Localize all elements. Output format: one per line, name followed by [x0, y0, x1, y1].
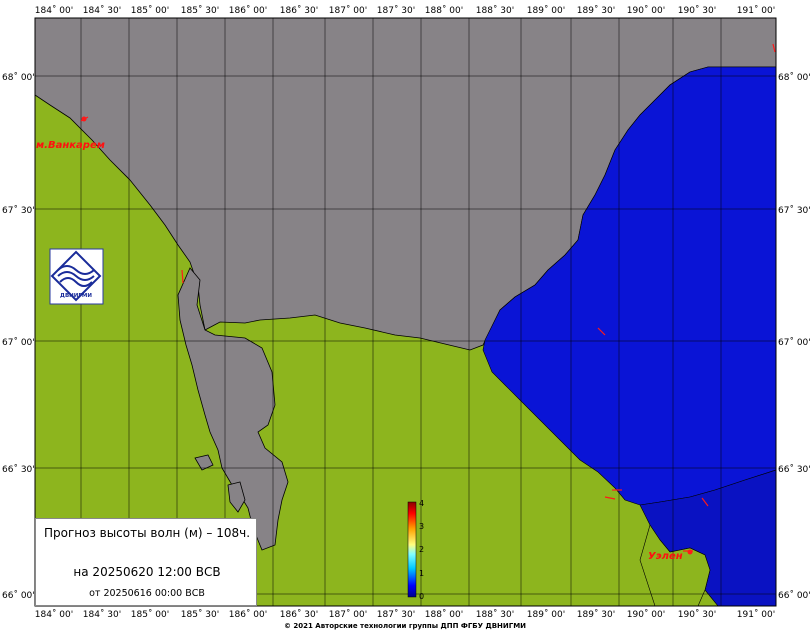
lon-label: 188˚ 00' [425, 609, 463, 620]
lat-labels-right: 68˚ 00' 67˚ 30' 67˚ 00' 66˚ 30' 66˚ 00' [778, 72, 810, 601]
copyright-footer: © 2021 Авторские технологии группы ДПП Ф… [283, 622, 527, 630]
lon-labels-bottom: 184˚ 00' 184˚ 30' 185˚ 00' 185˚ 30' 186˚… [35, 609, 775, 620]
colorbar-ramp [407, 501, 417, 598]
lon-label: 188˚ 30' [476, 5, 514, 16]
lon-label: 186˚ 30' [280, 609, 318, 620]
logo-text: ДВНИГМИ [60, 293, 92, 299]
lon-label: 187˚ 00' [329, 5, 367, 16]
lon-label: 189˚ 00' [527, 5, 565, 16]
lon-label: 189˚ 30' [577, 5, 615, 16]
lon-label: 185˚ 00' [131, 609, 169, 620]
lon-label: 184˚ 30' [83, 5, 121, 16]
place-vankarem: м.Ванкарем [36, 140, 105, 151]
lon-label: 189˚ 30' [577, 609, 615, 620]
lat-label: 67˚ 00' [778, 337, 810, 348]
uelen-marker [687, 549, 693, 555]
lon-label: 185˚ 30' [181, 609, 219, 620]
lat-label: 66˚ 30' [778, 464, 810, 475]
forecast-info-box: Прогноз высоты волн (м) – 108ч. на 20250… [35, 518, 257, 606]
lat-labels-left: 68˚ 00' 67˚ 30' 67˚ 00' 66˚ 30' 66˚ 00' [2, 72, 35, 601]
lat-label: 66˚ 30' [2, 464, 35, 475]
forecast-issued-time: от 20250616 00:00 ВСВ [89, 588, 205, 599]
lon-label: 190˚ 30' [678, 5, 716, 16]
lat-label: 68˚ 00' [778, 72, 810, 83]
lon-label: 187˚ 30' [377, 5, 415, 16]
lon-label: 187˚ 30' [377, 609, 415, 620]
lon-label: 186˚ 00' [229, 5, 267, 16]
lon-label: 191˚ 00' [737, 609, 775, 620]
lon-label: 187˚ 00' [329, 609, 367, 620]
vankarem-marker [81, 116, 87, 122]
lon-label: 186˚ 00' [229, 609, 267, 620]
colorbar-tick: 0 [419, 592, 424, 601]
lon-label: 189˚ 00' [527, 609, 565, 620]
lat-label: 67˚ 30' [778, 205, 810, 216]
colorbar-tick: 2 [419, 545, 424, 554]
lon-label: 190˚ 00' [627, 5, 665, 16]
lon-label: 186˚ 30' [280, 5, 318, 16]
dvnigmi-logo: ДВНИГМИ [49, 248, 104, 305]
lat-label: 67˚ 30' [2, 205, 35, 216]
lon-labels-top: 184˚ 00' 184˚ 30' 185˚ 00' 185˚ 30' 186˚… [35, 5, 775, 16]
lon-label: 184˚ 00' [35, 609, 73, 620]
lat-label: 66˚ 00' [778, 590, 810, 601]
place-uelen: Уэлен [648, 551, 683, 562]
lon-label: 185˚ 30' [181, 5, 219, 16]
lon-label: 191˚ 00' [737, 5, 775, 16]
lon-label: 188˚ 00' [425, 5, 463, 16]
colorbar-tick: 3 [419, 522, 424, 531]
lon-label: 190˚ 30' [678, 609, 716, 620]
lat-label: 67˚ 00' [2, 337, 35, 348]
colorbar-tick: 1 [419, 569, 424, 578]
forecast-valid-time: на 20250620 12:00 ВСВ [73, 565, 221, 579]
lon-label: 184˚ 00' [35, 5, 73, 16]
lon-label: 184˚ 30' [83, 609, 121, 620]
lon-label: 190˚ 00' [627, 609, 665, 620]
forecast-title: Прогноз высоты волн (м) – 108ч. [43, 526, 251, 540]
lat-label: 68˚ 00' [2, 72, 35, 83]
lat-label: 66˚ 00' [2, 590, 35, 601]
lon-label: 185˚ 00' [131, 5, 169, 16]
colorbar-tick: 4 [419, 499, 424, 508]
lon-label: 188˚ 30' [476, 609, 514, 620]
